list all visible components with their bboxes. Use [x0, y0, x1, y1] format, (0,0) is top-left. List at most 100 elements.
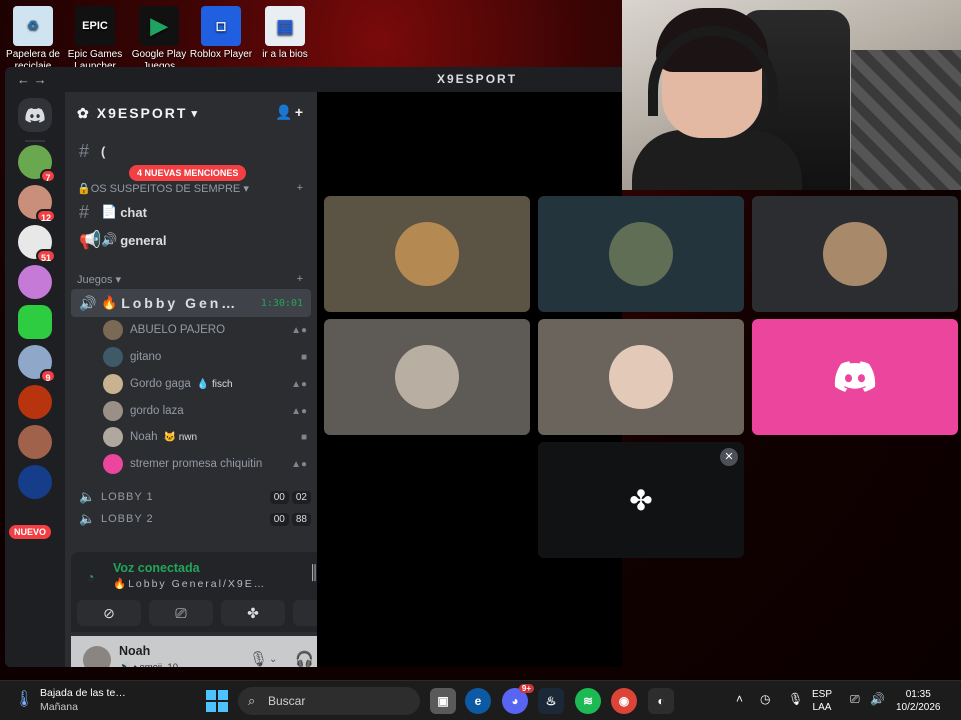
notification-badge: 9+ [518, 684, 534, 693]
camera-off-button[interactable]: ⊘ [77, 600, 141, 626]
task-view-icon[interactable]: ▣ [430, 688, 456, 714]
category-juegos[interactable]: Juegos ▾ + [77, 273, 303, 286]
chevron-down-icon[interactable]: ⌄ [269, 654, 277, 665]
rail-separator [25, 140, 45, 142]
shortcut-icon: ▤ [265, 6, 305, 46]
epic-games-icon: EPIC [75, 6, 115, 46]
server-name: X9ESPORT [96, 105, 188, 121]
username[interactable]: Noah [119, 644, 150, 658]
avatar [103, 401, 123, 421]
discord-home-button[interactable] [18, 98, 52, 132]
edge-icon[interactable]: e [465, 688, 491, 714]
activities-icon: ✤ [629, 484, 653, 516]
signal-icon[interactable]: ◔ [87, 570, 94, 584]
channel-top[interactable]: # ( [71, 138, 311, 164]
voice-user[interactable]: gitano ■ [103, 345, 307, 369]
server-icon-6[interactable]: 9 [18, 345, 56, 383]
server-icon-1[interactable]: 7 [18, 145, 56, 183]
back-arrow-icon[interactable]: ← [17, 72, 30, 87]
mention-badge: 9 [40, 369, 56, 383]
server-icon-5[interactable] [18, 305, 52, 339]
steam-icon[interactable]: ♨ [538, 688, 564, 714]
avatar [395, 222, 459, 286]
avatar [103, 374, 123, 394]
server-icon-7[interactable] [18, 385, 52, 419]
participant-tile[interactable] [538, 196, 744, 312]
microphone-icon[interactable]: 🎙 [249, 650, 268, 667]
avatar[interactable] [83, 646, 111, 667]
desktop-icon-recycle-bin[interactable]: ♻ Papelera de reciclaje [0, 6, 66, 73]
spotify-icon[interactable]: ≋ [575, 688, 601, 714]
fire-emoji-icon: 🔥 [101, 295, 118, 310]
voice-channel-lobby-2[interactable]: 🔈 LOBBY 2 00 88 [71, 511, 311, 527]
user-tag: 🐱 nwn [163, 431, 198, 443]
participant-tile[interactable] [752, 319, 958, 435]
clock[interactable]: 01:35 10/2/2026 [896, 688, 941, 714]
chevron-up-icon[interactable]: ˄ [736, 693, 743, 706]
new-servers-pill[interactable]: NUEVO [9, 525, 52, 539]
desktop-icon-bios[interactable]: ▤ ir a la bios [252, 6, 318, 61]
lobby-user-count: 00 88 [269, 512, 311, 526]
user-tag: 💧 fisch [196, 378, 233, 390]
category-os-suspeitos[interactable]: 🔒OS SUSPEITOS DE SEMPRE ▾ + [77, 182, 303, 195]
activity-tile[interactable]: ✤ ✕ [538, 442, 744, 558]
playstation-icon: ▲● [291, 378, 307, 390]
add-channel-icon[interactable]: + [297, 273, 303, 286]
server-header[interactable]: ✿ X9ESPORT ▾ 👤+ [65, 92, 317, 134]
chrome-icon[interactable]: ◉ [611, 688, 637, 714]
server-rail: 7 12 51 9 NUEVO [5, 92, 65, 667]
search-icon: ⌕ [248, 693, 256, 708]
server-icon-4[interactable] [18, 265, 52, 299]
voice-user[interactable]: Gordo gaga 💧 fisch ▲● [103, 372, 307, 396]
forward-arrow-icon[interactable]: → [34, 72, 47, 87]
add-user-icon[interactable]: 👤+ [275, 104, 305, 121]
voice-channel-lobby-1[interactable]: 🔈 LOBBY 1 00 02 [71, 484, 311, 510]
nav-arrows[interactable]: ← → [17, 72, 47, 87]
participant-tile[interactable] [538, 319, 744, 435]
server-icon-8[interactable] [18, 425, 52, 459]
desktop-icon-google-play-games[interactable]: ▶ Google Play Juegos [126, 6, 192, 73]
search-box[interactable]: ⌕ Buscar [238, 687, 420, 715]
voice-user[interactable]: ABUELO PAJERO ▲● [103, 318, 307, 342]
discord-logo-icon [25, 107, 45, 123]
voice-user[interactable]: stremer promesa chiquitin ▲● [103, 452, 307, 476]
tray-app-icon[interactable]: ◷ [760, 693, 770, 706]
obs-icon[interactable]: ◐ [648, 688, 674, 714]
voice-user[interactable]: gordo laza ▲● [103, 399, 307, 423]
playstation-icon: ▲● [291, 458, 307, 470]
add-channel-icon[interactable]: + [297, 182, 303, 195]
channel-chat[interactable]: # 📄 chat [71, 199, 311, 225]
screen-share-button[interactable]: ⎚ [149, 600, 213, 626]
voice-channel-lobby-general[interactable]: 🔊 🔥 Lobby Gen… 1:30:01 [71, 289, 311, 317]
participant-tile[interactable] [324, 319, 530, 435]
chat-emoji-icon: 📄 [101, 204, 118, 219]
start-button[interactable] [206, 690, 228, 712]
discord-logo-icon [834, 361, 876, 392]
new-mentions-pill[interactable]: 4 NUEVAS MENCIONES [129, 165, 247, 181]
desktop-icon-roblox[interactable]: ◻ Roblox Player [188, 6, 254, 61]
mention-badge: 51 [35, 249, 56, 263]
webcam-sofa [851, 50, 961, 190]
activities-button[interactable]: ✤ [221, 600, 285, 626]
server-settings-icon: ✿ [77, 104, 91, 121]
microphone-icon[interactable]: 🎙 [788, 693, 803, 706]
language-indicator[interactable]: ESP LAA [812, 688, 832, 714]
headphones-icon[interactable]: 🎧 [295, 650, 314, 667]
close-icon[interactable]: ✕ [720, 448, 738, 466]
discord-taskbar-icon[interactable]: ◕ 9+ [502, 684, 534, 714]
desktop-icon-epic-games[interactable]: EPIC Epic Games Launcher [62, 6, 128, 73]
volume-icon[interactable]: 🔊 [870, 693, 885, 706]
avatar [103, 427, 123, 447]
voice-channel-name[interactable]: 🔥Lobby General/X9E… [113, 577, 266, 590]
server-icon-2[interactable]: 12 [18, 185, 56, 223]
playstation-icon: ▲● [291, 405, 307, 417]
participant-tile[interactable] [324, 196, 530, 312]
channel-general[interactable]: 📢 🔊 general [71, 227, 311, 253]
voice-speaker-icon: 🔈 [79, 489, 96, 504]
network-icon[interactable]: ⎚ [850, 693, 860, 706]
server-icon-9[interactable] [18, 465, 52, 499]
participant-tile[interactable] [752, 196, 958, 312]
server-icon-3[interactable]: 51 [18, 225, 56, 263]
avatar [103, 454, 123, 474]
voice-user[interactable]: Noah 🐱 nwn ■ [103, 425, 307, 449]
